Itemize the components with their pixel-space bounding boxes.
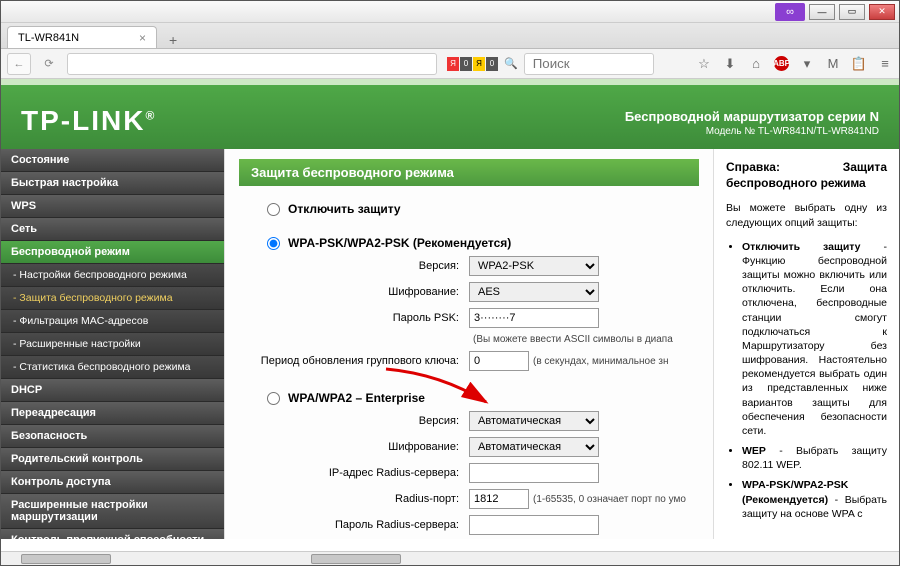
- chevron-down-icon[interactable]: ▾: [799, 56, 815, 72]
- sidebar-item[interactable]: Расширенные настройки маршрутизации: [1, 494, 224, 529]
- sidebar-item[interactable]: Родительский контроль: [1, 448, 224, 471]
- abp-icon[interactable]: ABP: [774, 56, 789, 71]
- badge-icon: Я: [447, 57, 459, 71]
- header-subtitle: Модель № TL-WR841N/TL-WR841ND: [625, 126, 879, 137]
- help-item: WEP - Выбрать защиту 802.11 WEP.: [742, 444, 887, 472]
- help-title: Справка: Защита беспроводного режима: [726, 159, 887, 191]
- sidebar-item[interactable]: Сеть: [1, 218, 224, 241]
- close-button[interactable]: ✕: [869, 4, 895, 20]
- browser-tab[interactable]: TL-WR841N ×: [7, 26, 157, 48]
- sidebar: СостояниеБыстрая настройкаWPSСетьБеспров…: [1, 149, 224, 539]
- star-icon[interactable]: ☆: [696, 56, 712, 72]
- sidebar-item[interactable]: - Защита беспроводного режима: [1, 287, 224, 310]
- sidebar-item[interactable]: Переадресация: [1, 402, 224, 425]
- window-titlebar: ∞ — ▭ ✕: [1, 1, 899, 23]
- menu-icon[interactable]: ≡: [877, 56, 893, 72]
- tab-title: TL-WR841N: [18, 32, 79, 44]
- version-select[interactable]: WPA2-PSK: [469, 256, 599, 276]
- new-tab-button[interactable]: +: [163, 32, 183, 48]
- search-input[interactable]: [524, 53, 654, 75]
- wpa-psk-radio[interactable]: [267, 237, 280, 250]
- help-item: WPA-PSK/WPA2-PSK (Рекомендуется) - Выбра…: [742, 478, 887, 521]
- disable-security-radio[interactable]: [267, 203, 280, 216]
- sidebar-item[interactable]: Безопасность: [1, 425, 224, 448]
- psk-password-input[interactable]: [469, 308, 599, 328]
- encryption-select[interactable]: AES: [469, 282, 599, 302]
- sidebar-item[interactable]: Беспроводной режим: [1, 241, 224, 264]
- logo: TP-LINK®: [21, 105, 156, 137]
- download-icon[interactable]: ⬇: [722, 56, 738, 72]
- url-input[interactable]: [67, 53, 437, 75]
- maximize-button[interactable]: ▭: [839, 4, 865, 20]
- ent-version-select[interactable]: Автоматическая: [469, 411, 599, 431]
- sidebar-item[interactable]: WPS: [1, 195, 224, 218]
- router-page: TP-LINK® Беспроводной маршрутизатор сери…: [1, 79, 899, 565]
- main-content: Защита беспроводного режима Отключить за…: [224, 149, 714, 539]
- url-bar: ← ⟳ Я 0 Я 0 🔍 ☆ ⬇ ⌂ ABP ▾ M 📋 ≡: [1, 49, 899, 79]
- help-item: Отключить защиту - Функцию беспроводной …: [742, 240, 887, 438]
- close-icon[interactable]: ×: [139, 31, 146, 45]
- horizontal-scrollbar[interactable]: [1, 551, 899, 565]
- yandex-badges: Я 0 Я 0: [447, 57, 498, 71]
- sidebar-item[interactable]: - Фильтрация MAC-адресов: [1, 310, 224, 333]
- section-title: Защита беспроводного режима: [239, 159, 699, 186]
- sidebar-item[interactable]: Быстрая настройка: [1, 172, 224, 195]
- ent-encryption-select[interactable]: Автоматическая: [469, 437, 599, 457]
- radius-ip-input[interactable]: [469, 463, 599, 483]
- sidebar-item[interactable]: DHCP: [1, 379, 224, 402]
- help-panel: Справка: Защита беспроводного режима Вы …: [714, 149, 899, 539]
- wpa-psk-heading: WPA-PSK/WPA2-PSK (Рекомендуется): [288, 236, 521, 250]
- back-button[interactable]: ←: [7, 53, 31, 75]
- sidebar-item[interactable]: Состояние: [1, 149, 224, 172]
- radius-pw-input[interactable]: [469, 515, 599, 535]
- reload-button[interactable]: ⟳: [37, 53, 61, 75]
- sidebar-item[interactable]: - Расширенные настройки: [1, 333, 224, 356]
- sidebar-item[interactable]: Контроль доступа: [1, 471, 224, 494]
- tab-bar: TL-WR841N × +: [1, 23, 899, 49]
- badge-icon: Я: [473, 57, 485, 71]
- group-key-input[interactable]: [469, 351, 529, 371]
- sidebar-item[interactable]: - Настройки беспроводного режима: [1, 264, 224, 287]
- disable-security-label: Отключить защиту: [288, 202, 411, 216]
- mask-icon[interactable]: ∞: [775, 3, 805, 21]
- minimize-button[interactable]: —: [809, 4, 835, 20]
- sidebar-item[interactable]: Контроль пропускной способности: [1, 529, 224, 539]
- clipboard-icon[interactable]: 📋: [851, 56, 867, 72]
- header-title: Беспроводной маршрутизатор серии N: [625, 109, 879, 124]
- sidebar-item[interactable]: - Статистика беспроводного режима: [1, 356, 224, 379]
- home-icon[interactable]: ⌂: [748, 56, 764, 72]
- radius-port-input[interactable]: [469, 489, 529, 509]
- mail-icon[interactable]: M: [825, 56, 841, 72]
- router-header: TP-LINK® Беспроводной маршрутизатор сери…: [1, 79, 899, 149]
- wpa-enterprise-radio[interactable]: [267, 392, 280, 405]
- wpa-enterprise-heading: WPA/WPA2 – Enterprise: [288, 391, 435, 405]
